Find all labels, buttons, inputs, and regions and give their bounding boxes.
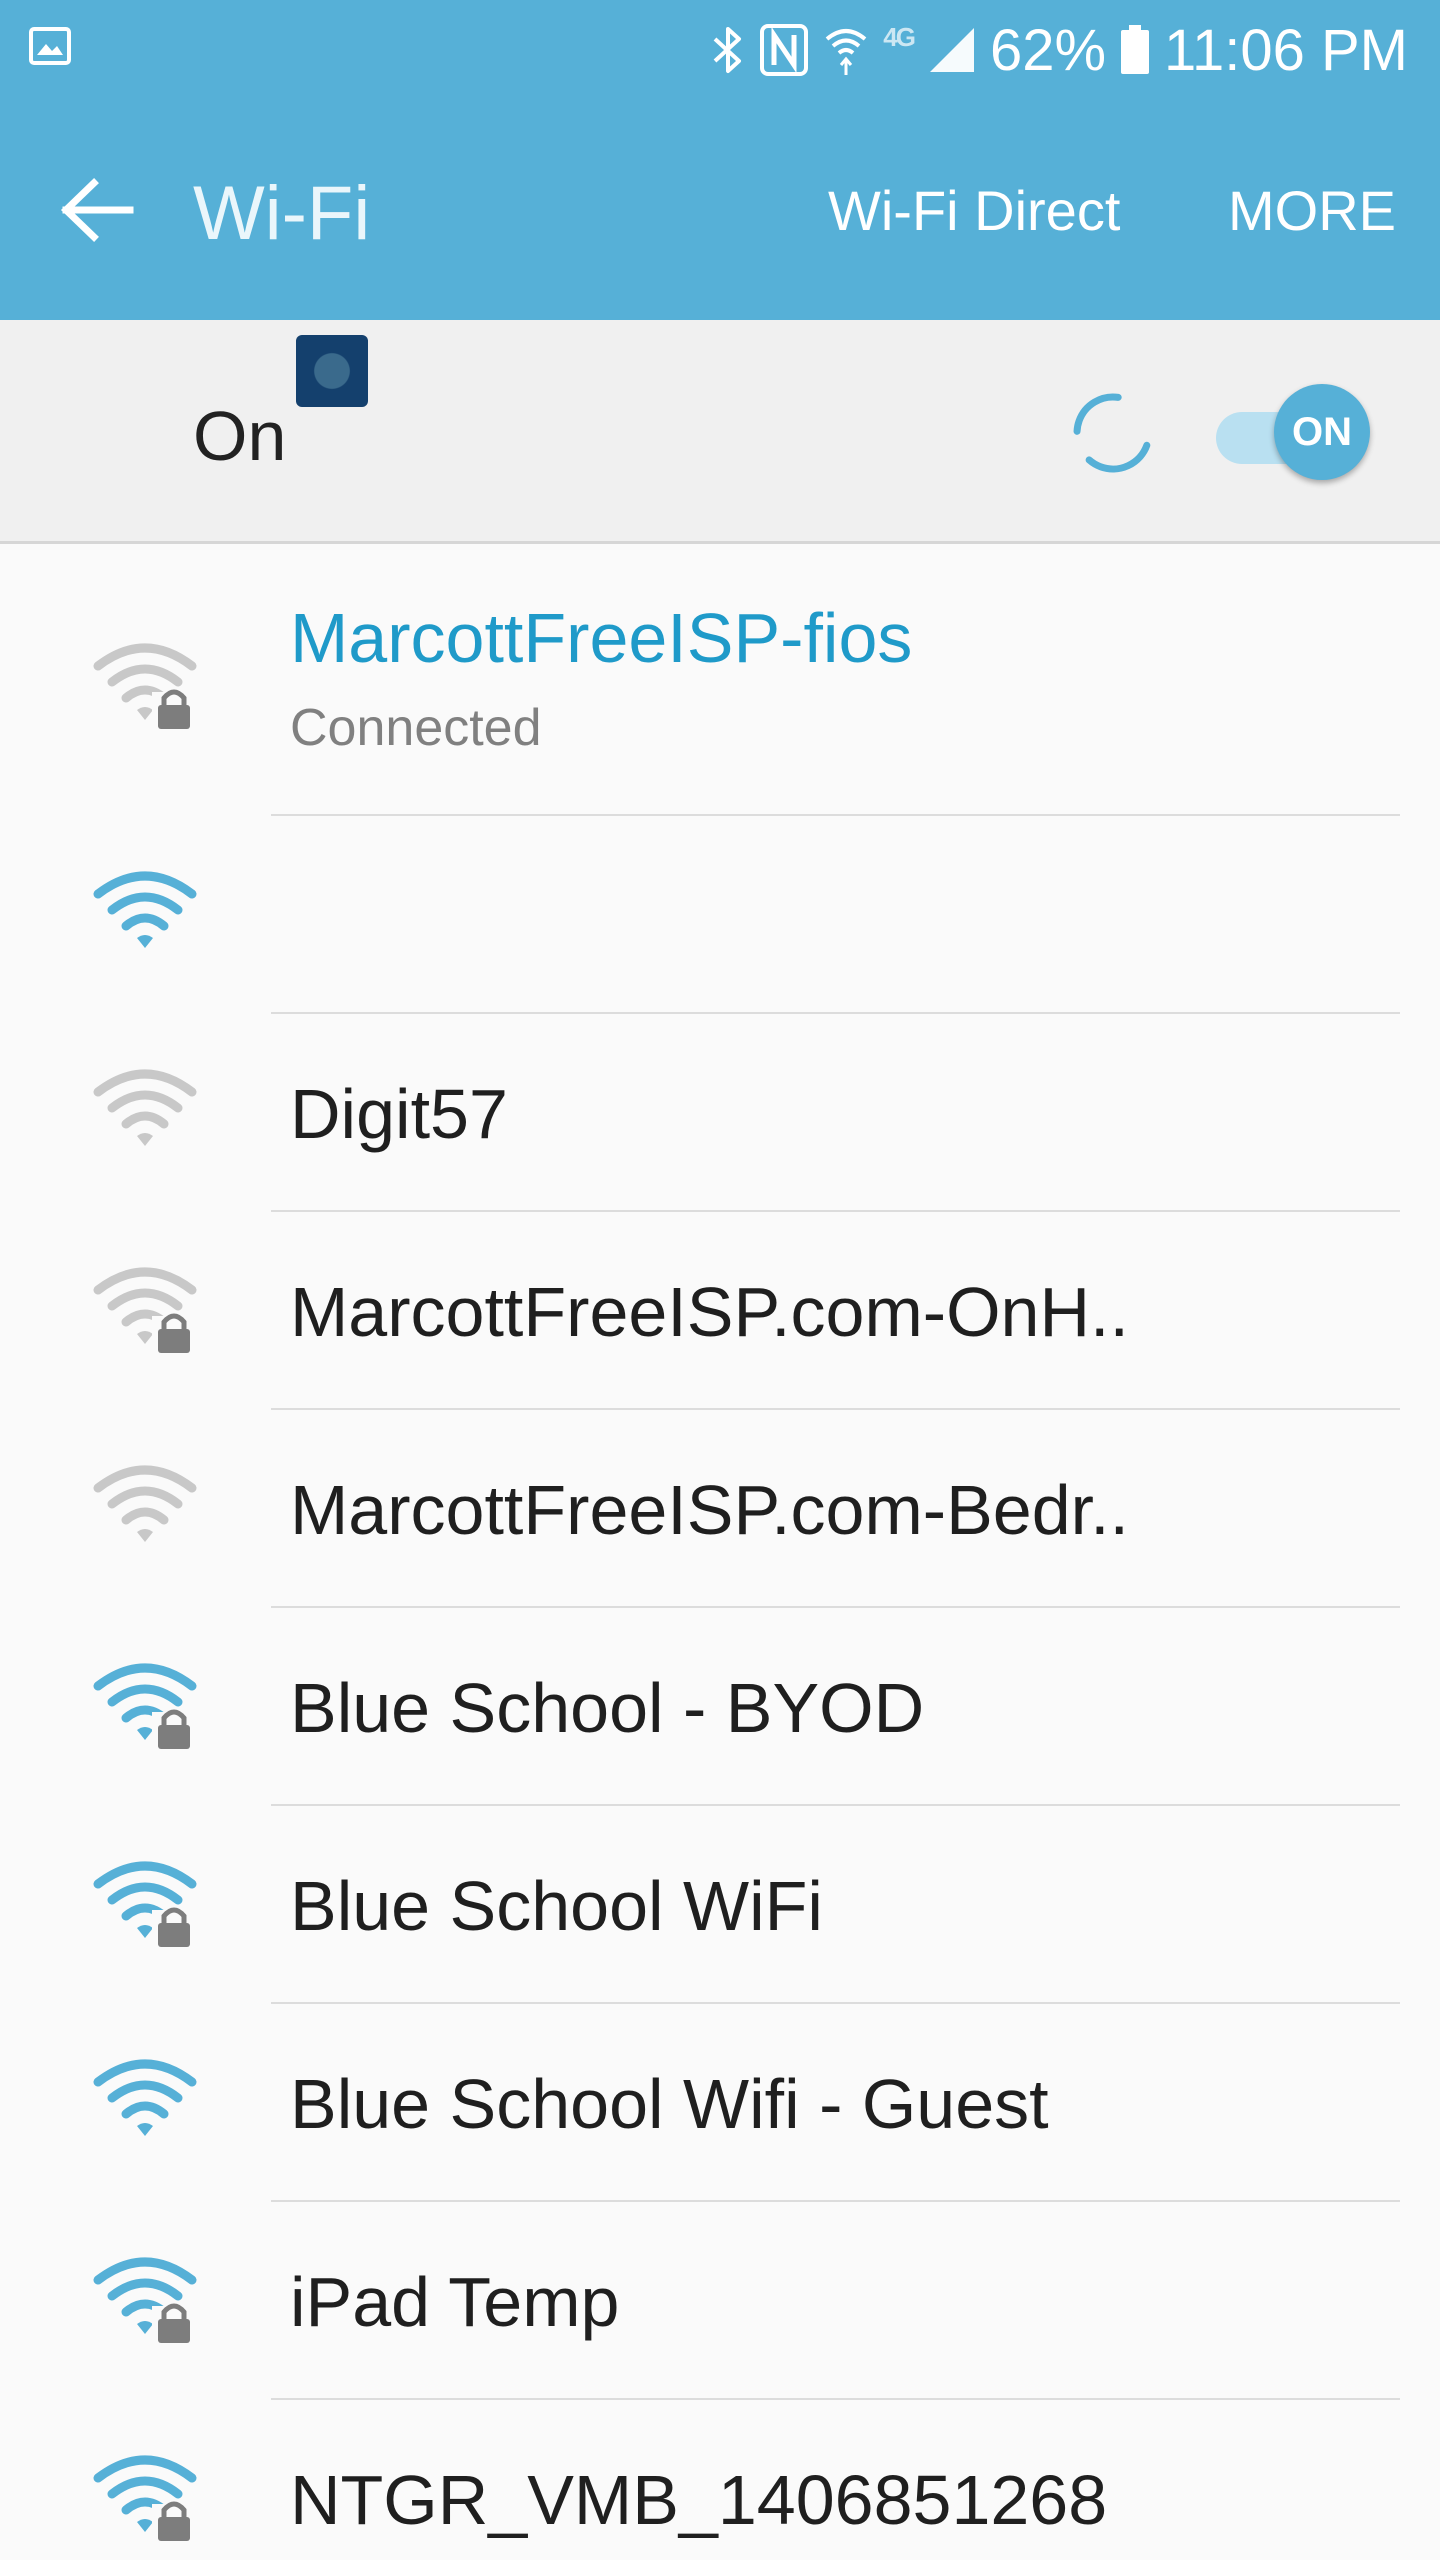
wifi-ssid: MarcottFreeISP-fios	[290, 599, 913, 677]
bluetooth-icon	[711, 26, 745, 74]
wifi-locked-icon	[93, 1663, 197, 1750]
network-type: 4G	[883, 22, 916, 52]
nfc-icon	[759, 23, 809, 77]
wifi-signal-icon	[93, 1069, 197, 1146]
wifi-signal-icon	[93, 2059, 197, 2136]
back-arrow-icon[interactable]	[58, 175, 138, 245]
wifi-network-row[interactable]	[0, 816, 1440, 1014]
wifi-connection-status: Connected	[290, 699, 542, 757]
wifi-network-row[interactable]: iPad Temp	[0, 2202, 1440, 2400]
wifi-ssid: iPad Temp	[290, 2263, 620, 2341]
more-menu-button[interactable]: MORE	[1228, 178, 1396, 243]
wifi-network-row[interactable]: Blue School WiFi	[0, 1806, 1440, 2004]
battery-percent: 62%	[989, 17, 1107, 83]
wifi-ssid: MarcottFreeISP.com-Bedr..	[290, 1471, 1130, 1549]
gallery-icon	[29, 27, 71, 65]
wifi-ssid: Blue School Wifi - Guest	[290, 2065, 1049, 2143]
app-bar: Wi-Fi Wi-Fi Direct MORE	[0, 100, 1440, 320]
wifi-locked-icon	[93, 1861, 197, 1948]
switch-label: On	[193, 397, 287, 475]
wifi-ssid: NTGR_VMB_1406851268	[290, 2461, 1108, 2539]
wifi-network-row[interactable]: NTGR_VMB_1406851268	[0, 2400, 1440, 2560]
wifi-network-row[interactable]: Blue School - BYOD	[0, 1608, 1440, 1806]
page-title: Wi-Fi	[193, 171, 371, 256]
wifi-ssid: Blue School WiFi	[290, 1867, 823, 1945]
wifi-network-row[interactable]: Blue School Wifi - Guest	[0, 2004, 1440, 2202]
wifi-calling-icon	[823, 23, 869, 77]
battery-icon	[1120, 25, 1150, 75]
wifi-ssid: Blue School - BYOD	[290, 1669, 925, 1747]
wifi-locked-icon	[93, 2257, 197, 2344]
wifi-ssid: MarcottFreeISP.com-OnH..	[290, 1273, 1129, 1351]
ssid-image-thumbnail	[296, 335, 368, 407]
wifi-direct-button[interactable]: Wi-Fi Direct	[828, 178, 1120, 243]
wifi-ssid: Digit57	[290, 1075, 508, 1153]
wifi-network-row[interactable]: MarcottFreeISP.com-OnH..	[0, 1212, 1440, 1410]
wifi-toggle[interactable]: ON	[1212, 380, 1372, 490]
wifi-network-row[interactable]: MarcottFreeISP-fios Connected	[0, 546, 1440, 816]
scanning-spinner-icon	[1073, 393, 1153, 473]
wifi-signal-icon	[93, 1465, 197, 1542]
status-bar: 4G 62% 11:06 PM	[0, 0, 1440, 100]
wifi-locked-icon	[93, 1267, 197, 1354]
status-icons: 4G 62% 11:06 PM	[711, 12, 1408, 88]
signal-icon	[928, 26, 976, 74]
clock: 11:06 PM	[1164, 17, 1408, 83]
toggle-knob: ON	[1274, 384, 1370, 480]
wifi-network-row[interactable]: Digit57	[0, 1014, 1440, 1212]
wifi-network-list: MarcottFreeISP-fios Connected Digit57 Marco…	[0, 546, 1440, 2560]
wifi-locked-icon	[93, 643, 197, 730]
wifi-signal-icon	[93, 871, 197, 948]
wifi-network-row[interactable]: MarcottFreeISP.com-Bedr..	[0, 1410, 1440, 1608]
wifi-locked-icon	[93, 2455, 197, 2542]
